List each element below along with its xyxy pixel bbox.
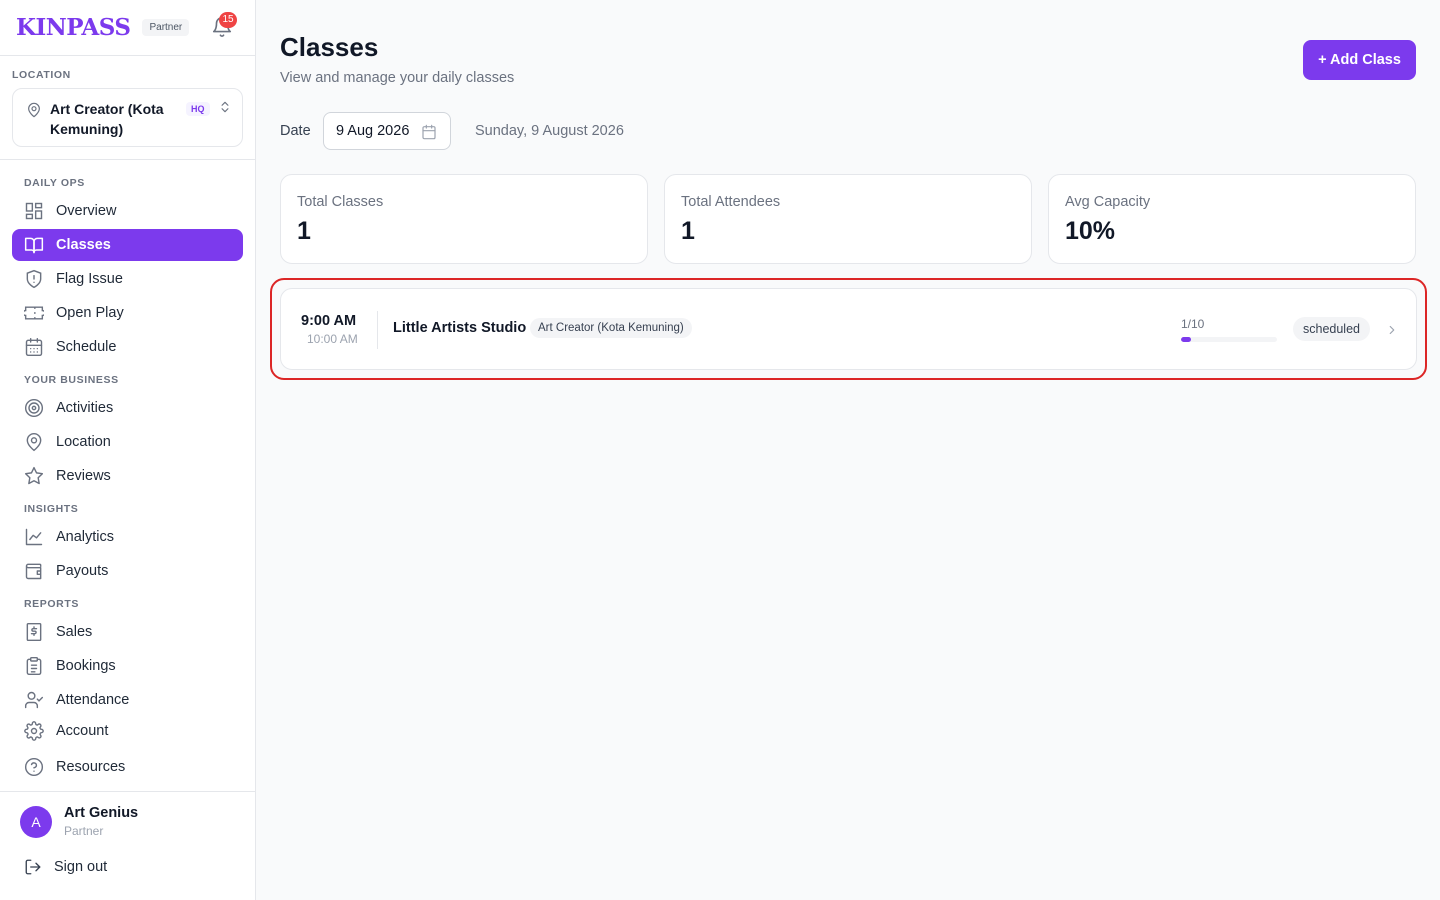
user-check-icon [24, 691, 44, 709]
line-chart-icon [25, 528, 43, 546]
date-label: Date [280, 123, 311, 139]
location-label: LOCATION [12, 69, 71, 81]
stat-value: 1 [297, 217, 311, 245]
capacity-bar [1181, 337, 1277, 342]
avatar[interactable]: A [20, 806, 52, 838]
wallet-icon [25, 563, 42, 580]
sidebar-item-label: Classes [56, 237, 111, 253]
location-selector[interactable]: Art Creator (Kota Kemuning) HQ [12, 88, 243, 147]
nav-section-insights: INSIGHTS [24, 503, 79, 515]
add-class-button[interactable]: + Add Class [1303, 40, 1416, 80]
sidebar-item-activities[interactable]: Activities [12, 392, 243, 424]
sidebar-item-classes[interactable]: Classes [12, 229, 243, 261]
map-pin-icon [26, 432, 42, 452]
help-circle-icon [24, 757, 44, 777]
sidebar-item-label: Attendance [56, 692, 130, 708]
sidebar-item-resources[interactable]: Resources [12, 751, 243, 783]
stat-value: 10% [1065, 217, 1116, 245]
target-icon [24, 398, 44, 418]
nav-section-reports: REPORTS [24, 598, 79, 610]
calendar-icon [422, 124, 436, 140]
stat-card-avg-capacity: Avg Capacity 10% [1048, 174, 1416, 264]
sidebar-item-label: Reviews [56, 468, 111, 484]
sidebar-item-open-play[interactable]: Open Play [12, 297, 243, 329]
clipboard-icon [26, 656, 42, 676]
sidebar-item-label: Schedule [56, 339, 117, 355]
location-name: Art Creator (Kota Kemuning) [50, 101, 164, 137]
ticket-icon [24, 306, 44, 320]
shield-alert-icon [26, 269, 42, 289]
grid-icon [25, 202, 43, 220]
sidebar-item-bookings[interactable]: Bookings [12, 650, 243, 682]
sidebar-item-attendance[interactable]: Attendance [12, 684, 243, 716]
sidebar-item-label: Payouts [56, 563, 109, 579]
sidebar-item-label: Sales [56, 624, 93, 640]
status-badge: scheduled [1293, 317, 1370, 341]
sidebar-divider [0, 791, 255, 792]
class-name: Little Artists Studio [393, 320, 527, 336]
sidebar-item-account[interactable]: Account [12, 715, 243, 747]
capacity-bar-fill [1181, 337, 1191, 342]
class-end-time: 10:00 AM [307, 332, 358, 346]
class-start-time: 9:00 AM [301, 313, 357, 329]
notification-count-badge: 15 [219, 12, 237, 28]
gear-icon [24, 721, 44, 741]
nav-section-your-business: YOUR BUSINESS [24, 374, 119, 386]
map-pin-icon [28, 102, 40, 118]
dollar-receipt-icon [26, 622, 42, 642]
user-name: Art Genius [64, 805, 139, 821]
sidebar-item-label: Account [56, 723, 109, 739]
capacity-text: 1/10 [1181, 317, 1205, 331]
sidebar-item-analytics[interactable]: Analytics [12, 521, 243, 553]
nav-section-daily-ops: DAILY OPS [24, 177, 85, 189]
chevrons-up-down-icon [221, 101, 229, 113]
user-role: Partner [64, 824, 104, 838]
sidebar-item-label: Bookings [56, 658, 116, 674]
chevron-right-icon[interactable] [1385, 322, 1399, 338]
sidebar-item-label: Activities [56, 400, 114, 416]
page-subtitle: View and manage your daily classes [280, 70, 515, 86]
sidebar-item-flag-issue[interactable]: Flag Issue [12, 263, 243, 295]
row-divider [377, 311, 378, 349]
sidebar-item-label: Resources [56, 759, 126, 775]
sidebar-item-label: Flag Issue [56, 271, 123, 287]
sign-out-button[interactable]: Sign out [24, 858, 107, 876]
sidebar-item-overview[interactable]: Overview [12, 195, 243, 227]
sidebar-item-label: Analytics [56, 529, 115, 545]
calendar-icon [25, 337, 43, 357]
stat-label: Avg Capacity [1065, 194, 1151, 210]
sidebar: KINPASS Partner 15 LOCATION Art Creator … [0, 0, 256, 900]
page-title: Classes [280, 32, 379, 62]
kinpass-logo[interactable]: KINPASS [16, 14, 131, 41]
sidebar-item-sales[interactable]: Sales [12, 616, 243, 648]
hq-badge: HQ [186, 102, 210, 116]
star-icon [24, 466, 44, 485]
sign-out-label: Sign out [54, 859, 108, 875]
sidebar-item-label: Overview [56, 203, 117, 219]
stat-card-total-classes: Total Classes 1 [280, 174, 648, 264]
log-out-icon [25, 859, 41, 875]
sidebar-divider [0, 159, 255, 160]
date-long-text: Sunday, 9 August 2026 [475, 123, 624, 139]
class-row[interactable]: 9:00 AM 10:00 AM Little Artists Studio A… [280, 288, 1417, 370]
sidebar-item-label: Open Play [56, 305, 124, 321]
stat-value: 1 [681, 217, 695, 245]
stat-label: Total Attendees [681, 194, 781, 210]
book-open-icon [24, 237, 44, 254]
sidebar-item-payouts[interactable]: Payouts [12, 555, 243, 587]
date-value: 9 Aug 2026 [336, 123, 410, 139]
sidebar-item-schedule[interactable]: Schedule [12, 331, 243, 363]
sidebar-item-label: Location [56, 434, 111, 450]
date-picker-input[interactable]: 9 Aug 2026 [323, 112, 451, 150]
stat-card-total-attendees: Total Attendees 1 [664, 174, 1032, 264]
sidebar-item-reviews[interactable]: Reviews [12, 460, 243, 492]
class-location-badge: Art Creator (Kota Kemuning) [530, 318, 692, 338]
sidebar-item-location[interactable]: Location [12, 426, 243, 458]
partner-tag: Partner [142, 19, 190, 36]
stat-label: Total Classes [297, 194, 384, 210]
